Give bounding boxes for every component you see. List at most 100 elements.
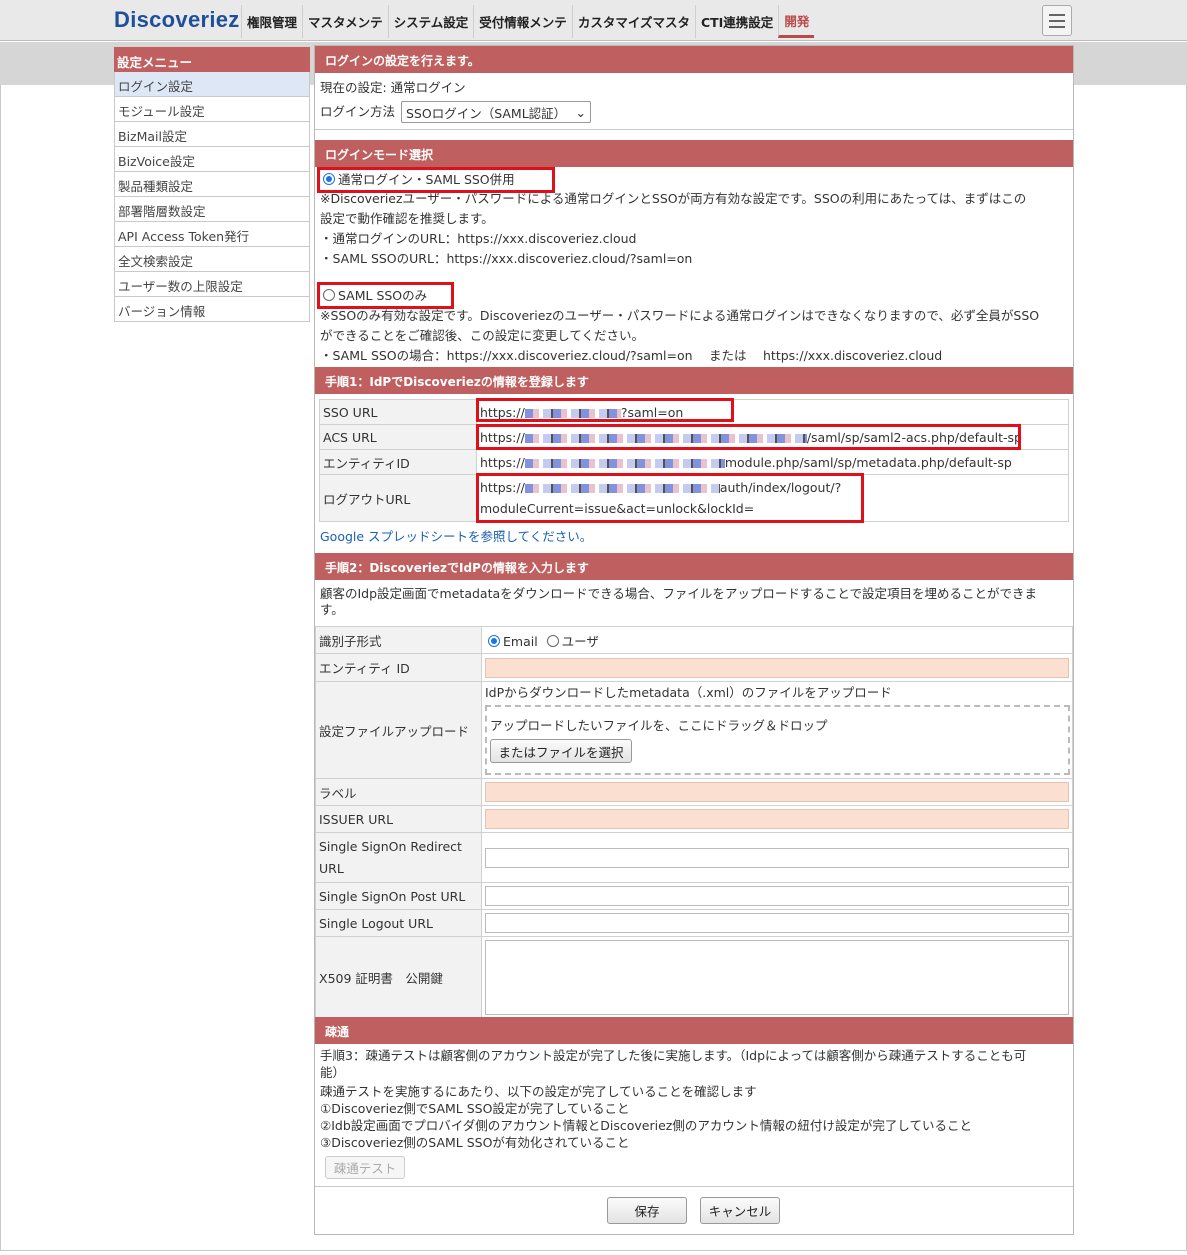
sidebar-item-bizmail[interactable]: BizMail設定 bbox=[114, 122, 310, 147]
conn-line5: ②Idb設定画面でプロバイダ側のアカウント情報とDiscoveriez側のアカウ… bbox=[320, 1118, 972, 1133]
sidebar-item-fulltext[interactable]: 全文検索設定 bbox=[114, 247, 310, 272]
sidebar-item-login[interactable]: ログイン設定 bbox=[114, 72, 310, 97]
id-format-email: Email bbox=[503, 633, 538, 649]
step2-desc2: す。 bbox=[320, 602, 344, 617]
top-bar: Discoveriez 権限管理 マスタメンテ システム設定 受付情報メンテ カ… bbox=[0, 0, 1187, 41]
menu-icon[interactable] bbox=[1042, 5, 1072, 36]
conn-line3: 疎通テストを実施するにあたり、以下の設定が完了していることを確認します bbox=[320, 1084, 757, 1099]
form-row: Single SignOn Post URL bbox=[315, 882, 1073, 910]
highlight-box bbox=[476, 398, 734, 422]
label-label: ラベル bbox=[315, 778, 482, 806]
idp-form: 識別子形式 Email ユーザ エンティティ ID 設定ファイルアップロード I… bbox=[315, 626, 1073, 1018]
x509-label: X509 証明書 公開鍵 bbox=[315, 936, 482, 1018]
upload-label: 設定ファイルアップロード bbox=[315, 681, 482, 779]
post-url-cell bbox=[481, 882, 1073, 910]
sidebar-item-module[interactable]: モジュール設定 bbox=[114, 97, 310, 122]
nav-permission[interactable]: 権限管理 bbox=[241, 5, 302, 38]
x509-cell bbox=[481, 936, 1073, 1018]
sidebar-item-api-token[interactable]: API Access Token発行 bbox=[114, 222, 310, 247]
conn-line2: 能） bbox=[320, 1065, 346, 1080]
redirect-url-label: Single SignOn Redirect URL bbox=[315, 832, 482, 883]
cancel-button[interactable]: キャンセル bbox=[700, 1197, 780, 1224]
highlight-box bbox=[317, 282, 454, 309]
nav-customize[interactable]: カスタマイズマスタ bbox=[571, 5, 695, 38]
entity-id-label: エンティティID bbox=[319, 449, 477, 475]
nav-cti[interactable]: CTI連携設定 bbox=[694, 5, 778, 38]
drop-text: アップロードしたいファイルを、ここにドラッグ＆ドロップ bbox=[490, 718, 828, 733]
x509-textarea[interactable] bbox=[485, 939, 1069, 1015]
connectivity-test-button[interactable]: 疎通テスト bbox=[325, 1156, 405, 1179]
nav-system[interactable]: システム設定 bbox=[387, 5, 474, 38]
mode-option-both-desc1: ※Discoveriezユーザー・パスワードによる通常ログインとSSOが両方有効… bbox=[320, 191, 1027, 206]
entity-id-input-label: エンティティ ID bbox=[315, 653, 482, 682]
sidebar-item-user-limit[interactable]: ユーザー数の上限設定 bbox=[114, 272, 310, 297]
redacted-text bbox=[524, 458, 725, 468]
chevron-down-icon: ⌄ bbox=[575, 104, 586, 120]
conn-line6: ③Discoveriez側のSAML SSOが有効化されていること bbox=[320, 1135, 630, 1150]
logout-url-cell bbox=[481, 909, 1073, 937]
logout-url-input-label: Single Logout URL bbox=[315, 909, 482, 937]
save-button[interactable]: 保存 bbox=[607, 1197, 687, 1224]
radio-selected-icon[interactable] bbox=[488, 634, 500, 647]
divider bbox=[315, 1186, 1073, 1187]
highlight-box bbox=[476, 424, 1021, 450]
form-row: エンティティ ID bbox=[315, 653, 1073, 682]
sidebar-item-product-type[interactable]: 製品種類設定 bbox=[114, 172, 310, 197]
divider bbox=[315, 129, 1073, 130]
sidebar-item-version[interactable]: バージョン情報 bbox=[114, 297, 310, 322]
issuer-cell bbox=[481, 805, 1073, 833]
redirect-url-input[interactable] bbox=[485, 847, 1069, 868]
id-format-label: 識別子形式 bbox=[315, 626, 482, 654]
form-row: ラベル bbox=[315, 778, 1073, 806]
issuer-url-input[interactable] bbox=[485, 809, 1069, 829]
entity-id-value: https://module.php/saml/sp/metadata.php/… bbox=[476, 449, 1069, 475]
mode-option-sso-desc2: ができることをご確認後、この設定に変更してください。 bbox=[320, 328, 645, 343]
main-panel: ログインの設定を行えます。 現在の設定: 通常ログイン ログイン方法 SSOログ… bbox=[314, 45, 1074, 1235]
table-row: エンティティID https://module.php/saml/sp/meta… bbox=[319, 449, 1069, 475]
entity-id-cell bbox=[481, 653, 1073, 682]
choose-file-button[interactable]: またはファイルを選択 bbox=[490, 739, 632, 763]
redirect-url-cell bbox=[481, 832, 1073, 883]
login-method-label: ログイン方法 bbox=[320, 104, 396, 119]
mode-option-sso-url: ・SAML SSOの場合：https://xxx.discoveriez.clo… bbox=[320, 348, 943, 363]
settings-sidebar: 設定メニュー ログイン設定 モジュール設定 BizMail設定 BizVoice… bbox=[114, 47, 310, 322]
main-nav: 権限管理 マスタメンテ システム設定 受付情報メンテ カスタマイズマスタ CTI… bbox=[241, 5, 815, 38]
spreadsheet-link[interactable]: Google スプレッドシートを参照してください。 bbox=[320, 527, 592, 547]
sidebar-item-department[interactable]: 部署階層数設定 bbox=[114, 197, 310, 222]
post-url-input[interactable] bbox=[485, 886, 1069, 906]
login-mode-header: ログインモード選択 bbox=[315, 140, 1073, 167]
sidebar-item-bizvoice[interactable]: BizVoice設定 bbox=[114, 147, 310, 172]
sso-url-label: SSO URL bbox=[319, 399, 477, 425]
nav-dev[interactable]: 開発 bbox=[778, 5, 815, 38]
form-row: Single Logout URL bbox=[315, 909, 1073, 937]
logout-url-input[interactable] bbox=[485, 913, 1069, 933]
login-method-select[interactable]: SSOログイン（SAML認証） ⌄ bbox=[401, 101, 591, 123]
post-url-label: Single SignOn Post URL bbox=[315, 882, 482, 910]
nav-master[interactable]: マスタメンテ bbox=[302, 5, 388, 38]
current-setting: 現在の設定: 通常ログイン bbox=[320, 80, 466, 95]
conn-line1: 手順3：疎通テストは顧客側のアカウント設定が完了した後に実施します。（Idpによ… bbox=[320, 1048, 1027, 1063]
login-section-header: ログインの設定を行えます。 bbox=[315, 46, 1073, 73]
step1-header: 手順1：IdPでDiscoveriezの情報を登録します bbox=[315, 367, 1073, 394]
radio-unselected-icon[interactable] bbox=[546, 634, 559, 647]
id-format-options: Email ユーザ bbox=[481, 626, 1073, 654]
form-row: X509 証明書 公開鍵 bbox=[315, 936, 1073, 1018]
step2-desc1: 顧客のIdp設定画面でmetadataをダウンロードできる場合、ファイルをアップ… bbox=[320, 586, 1038, 601]
sidebar-title: 設定メニュー bbox=[114, 47, 310, 72]
mode-option-both-url1: ・通常ログインのURL：https://xxx.discoveriez.clou… bbox=[320, 231, 637, 246]
form-row: 識別子形式 Email ユーザ bbox=[315, 626, 1073, 654]
issuer-label: ISSUER URL bbox=[315, 805, 482, 833]
connectivity-header: 疎通 bbox=[315, 1017, 1073, 1044]
form-row: Single SignOn Redirect URL bbox=[315, 832, 1073, 883]
entity-id-input[interactable] bbox=[485, 657, 1069, 678]
highlight-box bbox=[476, 473, 864, 523]
conn-line4: ①Discoveriez側でSAML SSO設定が完了していること bbox=[320, 1101, 630, 1116]
mode-option-sso-desc1: ※SSOのみ有効な設定です。Discoveriezのユーザー・パスワードによる通… bbox=[320, 308, 1040, 323]
upload-desc: IdPからダウンロードしたmetadata（.xml）のファイルをアップロード bbox=[485, 685, 892, 700]
nav-reception[interactable]: 受付情報メンテ bbox=[473, 5, 572, 38]
logo[interactable]: Discoveriez bbox=[114, 6, 240, 34]
login-method-value: SSOログイン（SAML認証） bbox=[406, 105, 567, 121]
label-input[interactable] bbox=[485, 782, 1069, 802]
step2-header: 手順2：DiscoveriezでIdPの情報を入力します bbox=[315, 553, 1073, 580]
acs-url-label: ACS URL bbox=[319, 424, 477, 450]
